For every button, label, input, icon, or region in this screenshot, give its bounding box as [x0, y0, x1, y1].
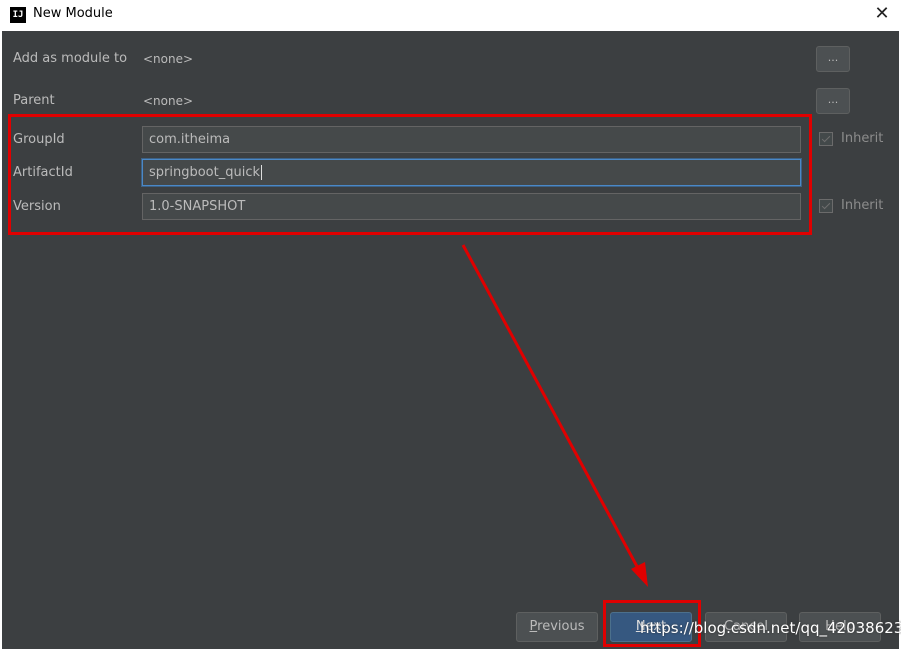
groupid-inherit-label: Inherit — [841, 131, 884, 146]
previous-button[interactable]: Previous — [516, 612, 598, 642]
add-as-module-browse-button[interactable]: ... — [816, 46, 850, 72]
previous-mnemonic: P — [529, 619, 538, 634]
intellij-icon: IJ — [10, 7, 26, 23]
title-bar: IJ New Module ✕ — [0, 0, 901, 31]
version-inherit-checkbox[interactable] — [819, 199, 833, 213]
parent-browse-button[interactable]: ... — [816, 88, 850, 114]
add-as-module-label: Add as module to — [13, 51, 128, 66]
parent-label: Parent — [13, 93, 55, 108]
window-title: New Module — [33, 6, 113, 21]
previous-label: revious — [537, 619, 585, 634]
groupid-inherit-checkbox[interactable] — [819, 132, 833, 146]
parent-value: <none> — [143, 94, 194, 108]
version-inherit-label: Inherit — [841, 198, 884, 213]
close-icon[interactable]: ✕ — [872, 3, 892, 25]
annotation-form-highlight — [8, 114, 812, 235]
add-as-module-value: <none> — [143, 52, 194, 66]
watermark-text: https://blog.csdn.net/qq_42038623 — [640, 619, 901, 637]
